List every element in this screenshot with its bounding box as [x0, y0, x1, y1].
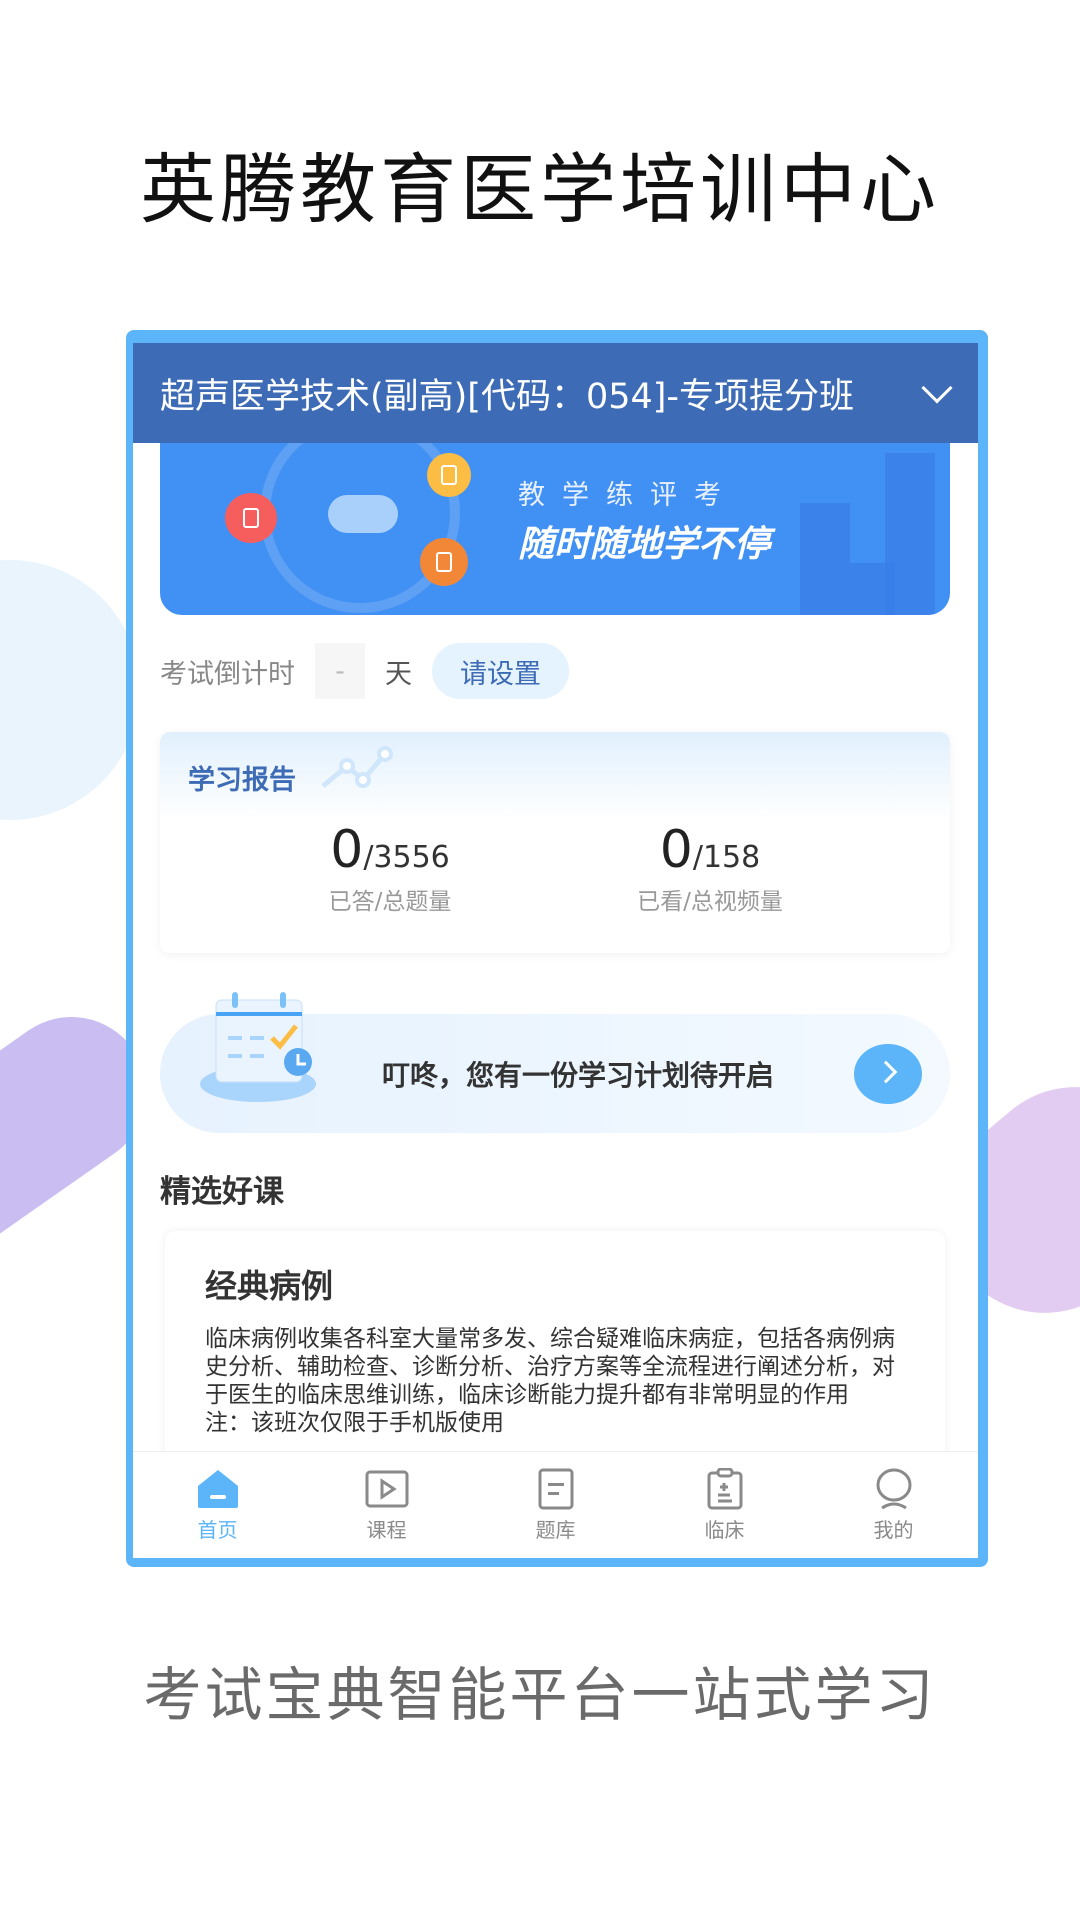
course-selector-label: 超声医学技术(副高)[代码：054]-专项提分班 [160, 376, 855, 417]
course-selector[interactable]: 超声医学技术(副高)[代码：054]-专项提分班 [133, 343, 978, 443]
countdown-days: - [315, 643, 365, 699]
user-icon [876, 1468, 911, 1510]
app-screen: 超声医学技术(副高)[代码：054]-专项提分班 教学练评考 随时随地学不停 考… [133, 343, 978, 1558]
calendar-icon [200, 992, 316, 1102]
bottom-tab-bar: 首页 课程 题库 临床 我的 [133, 1451, 978, 1558]
videos-stat: 0/158 已看/总视频量 [560, 820, 860, 916]
questions-stat: 0/3556 已答/总题量 [240, 820, 540, 916]
answered-count: 0 [330, 820, 364, 880]
cloud-icon [328, 495, 398, 533]
promo-banner[interactable]: 教学练评考 随时随地学不停 [160, 423, 950, 615]
tab-question-bank-label: 题库 [535, 1518, 576, 1542]
study-plan-banner[interactable]: 叮咚，您有一份学习计划待开启 [160, 992, 950, 1133]
set-exam-date-button[interactable]: 请设置 [432, 643, 569, 699]
phone-icon [225, 493, 277, 543]
document-icon [538, 1468, 573, 1510]
chart-line-icon [321, 746, 393, 788]
tab-profile[interactable]: 我的 [809, 1452, 978, 1558]
video-total: /158 [692, 840, 761, 875]
bar-decor [800, 503, 850, 615]
chevron-down-icon [921, 372, 953, 404]
watched-count: 0 [659, 820, 693, 880]
page-caption: 考试宝典智能平台一站式学习 [143, 1661, 937, 1729]
banner-slogan: 随时随地学不停 [518, 524, 771, 565]
section-title: 精选好课 [160, 1174, 284, 1210]
tablet-icon [420, 538, 468, 586]
study-report-card[interactable]: 学习报告 0/3556 已答/总题量 0/158 已看/总视频量 [160, 732, 950, 953]
study-plan-text: 叮咚，您有一份学习计划待开启 [382, 1059, 775, 1092]
banner-subtitle: 教学练评考 [518, 480, 738, 511]
videos-stat-label: 已看/总视频量 [637, 889, 783, 915]
tab-profile-label: 我的 [873, 1518, 914, 1542]
course-title: 经典病例 [205, 1267, 334, 1305]
tab-courses-label: 课程 [366, 1518, 407, 1542]
question-total: /3556 [363, 840, 450, 875]
home-icon [197, 1470, 238, 1508]
tab-clinical-label: 临床 [704, 1518, 745, 1542]
chevron-right-icon [874, 1060, 898, 1084]
report-title: 学习报告 [188, 765, 296, 796]
clipboard-icon [707, 1468, 742, 1510]
page-title: 英腾教育医学培训中心 [140, 145, 940, 234]
phone-frame: 超声医学技术(副高)[代码：054]-专项提分班 教学练评考 随时随地学不停 考… [126, 330, 988, 1567]
tab-home-label: 首页 [197, 1518, 238, 1542]
course-description: 临床病例收集各科室大量常多发、综合疑难临床病症，包括各病例病史分析、辅助检查、诊… [205, 1326, 895, 1408]
countdown-label: 考试倒计时 [160, 658, 295, 690]
course-note: 注：该班次仅限于手机版使用 [205, 1410, 504, 1436]
bar-decor [850, 563, 895, 615]
tab-home[interactable]: 首页 [133, 1452, 302, 1558]
open-plan-button[interactable] [854, 1044, 922, 1104]
exam-countdown: 考试倒计时 - 天 请设置 [160, 643, 569, 699]
tab-question-bank[interactable]: 题库 [471, 1452, 640, 1558]
play-icon [365, 1470, 408, 1508]
tab-courses[interactable]: 课程 [302, 1452, 471, 1558]
monitor-icon [427, 453, 471, 497]
tab-clinical[interactable]: 临床 [640, 1452, 809, 1558]
countdown-unit: 天 [385, 658, 412, 690]
questions-stat-label: 已答/总题量 [328, 889, 452, 915]
